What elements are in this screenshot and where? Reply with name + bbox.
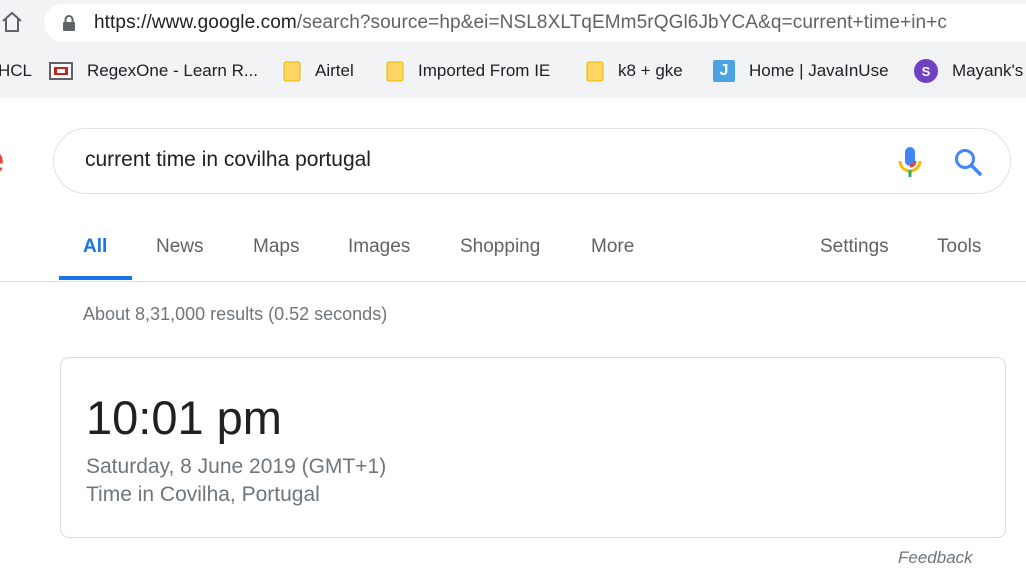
tab-maps[interactable]: Maps — [253, 236, 299, 258]
bookmark-label: Airtel — [315, 61, 354, 80]
url-host: https://www.google.com — [94, 12, 297, 33]
bookmark-javainuse[interactable]: J Home | JavaInUse — [713, 58, 889, 84]
avatar-icon: S — [914, 59, 938, 83]
bookmark-label: Home | JavaInUse — [749, 61, 889, 80]
bookmark-airtel[interactable]: Airtel — [283, 58, 354, 84]
bookmark-label: Imported From IE — [418, 61, 551, 80]
url-text[interactable]: https://www.google.com/search?source=hp&… — [94, 12, 947, 34]
search-input[interactable]: current time in covilha portugal — [85, 148, 371, 172]
bookmark-mayanks[interactable]: S Mayank's — [914, 58, 1023, 84]
feedback-link[interactable]: Feedback — [898, 548, 973, 568]
bookmark-label: HCL — [0, 61, 33, 80]
header-divider — [0, 281, 1026, 282]
url-path: /search?source=hp&ei=NSL8XLTqEMm5rQGl6Jb… — [296, 12, 948, 33]
microphone-icon[interactable] — [897, 146, 923, 178]
tab-all[interactable]: All — [83, 236, 107, 258]
regexone-icon — [49, 62, 73, 80]
result-stats: About 8,31,000 results (0.52 seconds) — [83, 304, 388, 324]
lock-icon — [63, 15, 75, 31]
bookmark-regexone[interactable]: RegexOne - Learn R... — [49, 58, 258, 84]
search-box[interactable]: current time in covilha portugal — [53, 128, 1011, 194]
address-bar[interactable]: https://www.google.com/search?source=hp&… — [44, 4, 1026, 42]
bookmark-label: Mayank's — [952, 61, 1024, 80]
tab-tools[interactable]: Tools — [937, 236, 981, 258]
tab-images[interactable]: Images — [348, 236, 410, 258]
bookmark-k8-gke[interactable]: k8 + gke — [586, 58, 683, 84]
time-location: Time in Covilha, Portugal — [86, 483, 320, 506]
folder-icon — [283, 61, 301, 82]
tab-more[interactable]: More — [591, 236, 634, 258]
active-tab-indicator — [59, 276, 132, 280]
tab-news[interactable]: News — [156, 236, 204, 258]
bookmark-imported-from-ie[interactable]: Imported From IE — [386, 58, 550, 84]
folder-icon — [386, 61, 404, 82]
bookmark-hcl[interactable]: HCL — [0, 58, 32, 84]
bookmarks-bar: HCL RegexOne - Learn R... Airtel Importe… — [0, 52, 1026, 88]
bookmark-label: RegexOne - Learn R... — [87, 61, 259, 80]
tab-shopping[interactable]: Shopping — [460, 236, 540, 258]
home-icon[interactable] — [0, 10, 24, 34]
time-card: 10:01 pm Saturday, 8 June 2019 (GMT+1) T… — [60, 357, 1006, 538]
current-date: Saturday, 8 June 2019 (GMT+1) — [86, 455, 387, 478]
browser-chrome: https://www.google.com/search?source=hp&… — [0, 0, 1026, 98]
javainuse-icon: J — [713, 60, 735, 82]
current-time: 10:01 pm — [86, 391, 282, 444]
folder-icon — [586, 61, 604, 82]
google-logo[interactable]: e — [0, 138, 4, 183]
bookmark-label: k8 + gke — [618, 61, 683, 80]
search-icon[interactable] — [953, 147, 983, 177]
tab-settings[interactable]: Settings — [820, 236, 889, 258]
